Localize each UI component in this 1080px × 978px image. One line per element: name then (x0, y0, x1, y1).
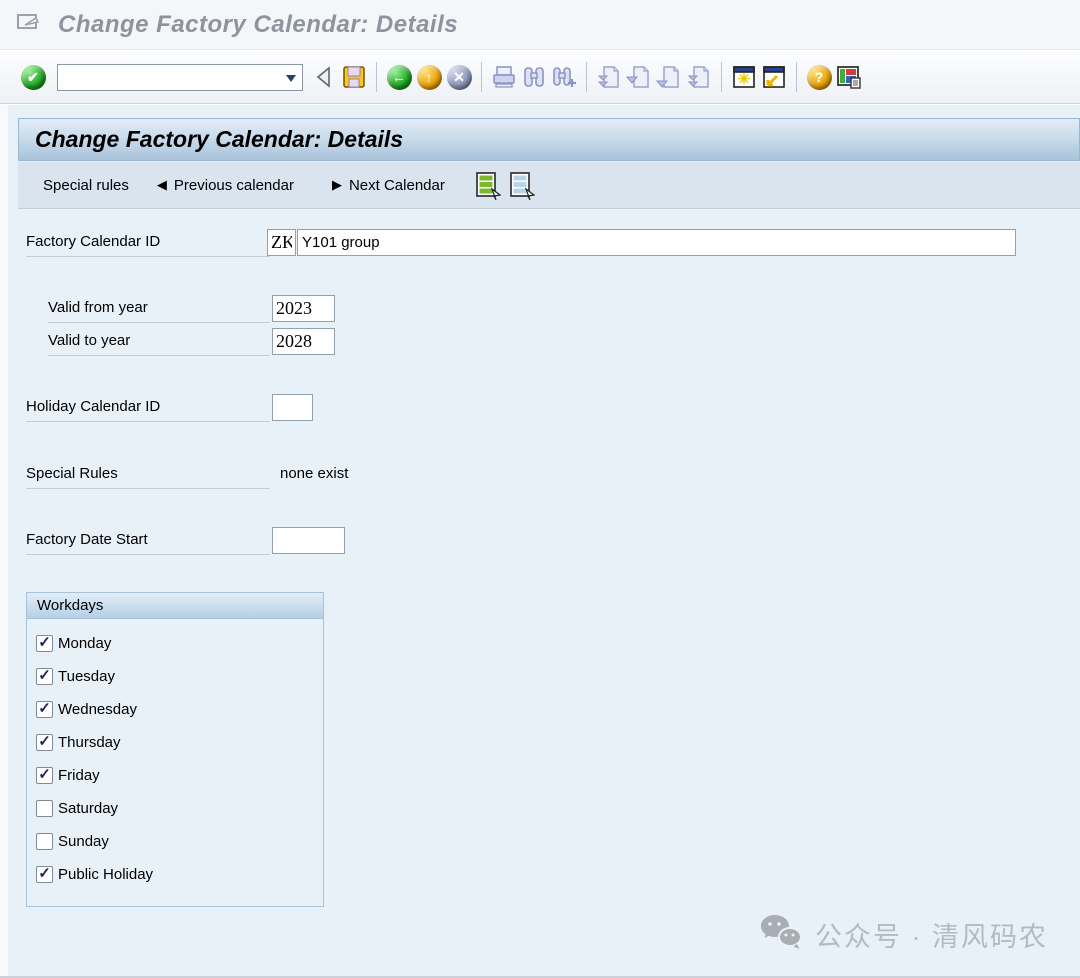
create-shortcut-icon[interactable] (759, 60, 789, 94)
first-page-icon[interactable] (594, 60, 624, 94)
back-triangle-icon[interactable] (309, 60, 339, 94)
factory-calendar-description-field[interactable] (297, 229, 1016, 256)
right-triangle-icon: ▶ (332, 177, 342, 193)
valid-from-year-label: Valid from year (48, 295, 270, 323)
help-icon[interactable]: ? (804, 60, 834, 94)
monday-checkbox[interactable]: ✓ (36, 635, 53, 652)
wednesday-label: Wednesday (58, 701, 137, 718)
previous-page-icon[interactable] (624, 60, 654, 94)
cancel-icon[interactable]: ✕ (444, 60, 474, 94)
calendar-display-icon[interactable] (507, 170, 535, 200)
watermark-text: 公众号 · 清风码农 (815, 915, 1048, 954)
new-session-icon[interactable]: ✳ (729, 60, 759, 94)
workday-row-friday: ✓ Friday (27, 759, 323, 792)
thursday-checkbox[interactable]: ✓ (36, 734, 53, 751)
check-icon: ✓ (38, 635, 51, 650)
workday-row-saturday: ✓ Saturday (27, 792, 323, 825)
window-title: Change Factory Calendar: Details (58, 11, 458, 39)
next-calendar-button[interactable]: ▶ Next Calendar (324, 171, 453, 200)
check-icon: ✓ (38, 734, 51, 749)
tuesday-checkbox[interactable]: ✓ (36, 668, 53, 685)
factory-date-start-label: Factory Date Start (26, 527, 270, 555)
screen-area: Change Factory Calendar: Details Special… (0, 105, 1080, 978)
customize-layout-icon[interactable] (834, 60, 864, 94)
workday-row-public-holiday: ✓ Public Holiday (27, 858, 323, 891)
friday-label: Friday (58, 767, 100, 784)
standard-toolbar: ✔ ← ↑ ✕ (0, 51, 1080, 104)
workdays-list: ✓ Monday ✓ Tuesday ✓ Wednesday ✓ Thursda… (27, 619, 323, 891)
exit-icon[interactable]: ↑ (414, 60, 444, 94)
holiday-calendar-id-field[interactable] (272, 394, 313, 421)
save-icon[interactable] (339, 60, 369, 94)
sunday-label: Sunday (58, 833, 109, 850)
special-rules-button[interactable]: Special rules (35, 171, 137, 200)
command-field[interactable] (57, 64, 303, 91)
workdays-group: Workdays ✓ Monday ✓ Tuesday ✓ Wednesday … (26, 592, 324, 907)
toolbar-separator (721, 62, 722, 92)
valid-to-year-label: Valid to year (48, 328, 270, 356)
watermark: 公众号 · 清风码农 (759, 913, 1048, 956)
thursday-label: Thursday (58, 734, 121, 751)
enter-icon[interactable]: ✔ (18, 60, 48, 94)
check-icon: ✓ (38, 767, 51, 782)
check-icon: ✓ (38, 668, 51, 683)
factory-date-start-field[interactable] (272, 527, 345, 554)
toolbar-separator (376, 62, 377, 92)
print-icon[interactable] (489, 60, 519, 94)
toolbar-separator (586, 62, 587, 92)
special-rules-value: none exist (280, 461, 348, 489)
saturday-checkbox[interactable]: ✓ (36, 800, 53, 817)
monday-label: Monday (58, 635, 111, 652)
page-title: Change Factory Calendar: Details (35, 126, 403, 153)
special-rules-label: Special Rules (26, 461, 270, 489)
calendar-overview-icon[interactable] (473, 170, 501, 200)
svg-text:✳: ✳ (738, 71, 751, 88)
workdays-group-title: Workdays (27, 593, 323, 619)
command-input[interactable] (60, 66, 278, 89)
sap-window: Change Factory Calendar: Details ✔ ← ↑ ✕ (0, 0, 1080, 978)
left-margin (0, 105, 8, 978)
toolbar-separator (796, 62, 797, 92)
check-icon: ✓ (38, 701, 51, 716)
last-page-icon[interactable] (684, 60, 714, 94)
window-titlebar: Change Factory Calendar: Details (0, 0, 1080, 50)
saturday-label: Saturday (58, 800, 118, 817)
left-triangle-icon: ◀ (157, 177, 167, 193)
toolbar-separator (481, 62, 482, 92)
wednesday-checkbox[interactable]: ✓ (36, 701, 53, 718)
valid-to-year-field[interactable] (272, 328, 335, 355)
tuesday-label: Tuesday (58, 668, 115, 685)
screen-header: Change Factory Calendar: Details (18, 118, 1080, 161)
valid-from-year-field[interactable] (272, 295, 335, 322)
application-toolbar: Special rules ◀ Previous calendar ▶ Next… (18, 162, 1080, 209)
workday-row-thursday: ✓ Thursday (27, 726, 323, 759)
next-page-icon[interactable] (654, 60, 684, 94)
factory-calendar-id-label: Factory Calendar ID (26, 229, 270, 257)
workday-row-sunday: ✓ Sunday (27, 825, 323, 858)
public-holiday-checkbox[interactable]: ✓ (36, 866, 53, 883)
workday-row-wednesday: ✓ Wednesday (27, 693, 323, 726)
sunday-checkbox[interactable]: ✓ (36, 833, 53, 850)
chevron-down-icon[interactable] (286, 75, 296, 82)
previous-calendar-button[interactable]: ◀ Previous calendar (149, 171, 302, 200)
find-icon[interactable] (519, 60, 549, 94)
check-icon: ✓ (38, 866, 51, 881)
factory-calendar-id-field[interactable] (267, 229, 296, 256)
friday-checkbox[interactable]: ✓ (36, 767, 53, 784)
holiday-calendar-id-label: Holiday Calendar ID (26, 394, 270, 422)
workday-row-tuesday: ✓ Tuesday (27, 660, 323, 693)
wechat-icon (759, 913, 805, 956)
find-next-icon[interactable] (549, 60, 579, 94)
workday-row-monday: ✓ Monday (27, 627, 323, 660)
back-icon[interactable]: ← (384, 60, 414, 94)
screen-icon (16, 10, 44, 39)
public-holiday-label: Public Holiday (58, 866, 153, 883)
